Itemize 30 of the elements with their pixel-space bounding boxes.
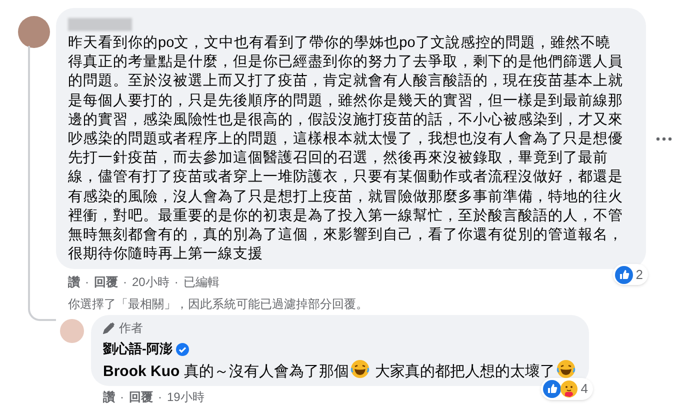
action-link[interactable]: 讚	[68, 273, 80, 292]
reaction-pill[interactable]: 2	[612, 264, 648, 286]
author-label: 作者	[119, 320, 143, 338]
reaction-count: 2	[636, 266, 644, 284]
action-link[interactable]: 回覆	[94, 273, 118, 292]
hug-face-icon	[560, 380, 578, 398]
like-reaction-icon	[542, 380, 561, 398]
laughing-emoji-icon	[556, 358, 576, 379]
like-reaction-icon	[614, 266, 633, 284]
reaction-pill[interactable]: 4	[540, 378, 594, 400]
filter-notice: 你選擇了「最相關」，因此系統可能已過濾掉部分回覆。	[67, 296, 369, 314]
separator-dot: ·	[158, 388, 162, 406]
laughing-emoji-icon	[350, 358, 370, 379]
blurred-name	[68, 18, 132, 31]
separator-dot: ·	[174, 274, 178, 292]
avatar[interactable]	[18, 16, 50, 48]
comment-text: 昨天看到你的po文，文中也有看到了帶你的學姊也po了文說感控的問題，雖然不曉得真正的考量點是什麼，但是你已經盡到你的努力了去爭取，剩下的是他們篩選人員的問題。至於沒被選上而又打了疫苗，肯定就會有人酸言酸語的，現在疫苗基本上就是每個人要打的，只是先後順序的問題，雖然你是幾天的實習，但一樣是到最前線那邊的實習，感染風險性也是很高的，假設沒施打疫苗的話，不小心被感染到，才又來吵感染的問題或者程序上的問題，這樣根本就太慢了，我想也沒有人會為了只是想優先打一針疫苗，而去參加這個醫護召回的召選，然後再來沒被錄取，畢竟到了最前線，儘管有打了疫苗或者穿上一堆防護衣，只要有某個動作或者流程沒做好，都還是有感染的風險，沒人會為了只是想打上疫苗，就冒險做那麼多事前準備，特地的往火裡衝，對吧。最重要的是你的初衷是為了投入第一線幫忙，至於酸言酸語的人，不管無時無刻都會有的，真的別為了這個，來影響到自己，看了你還有從別的管道報名，很期待你隨時再上第一線支援	[68, 34, 624, 264]
action-link[interactable]: 回覆	[129, 388, 153, 406]
separator-dot: ·	[120, 388, 124, 406]
more-icon[interactable]	[656, 136, 672, 141]
meta-text: 19小時	[167, 388, 204, 406]
meta-text: 已編輯	[183, 274, 220, 292]
separator-dot: ·	[123, 274, 127, 292]
separator-dot: ·	[85, 274, 89, 292]
pen-icon	[103, 322, 115, 334]
avatar[interactable]	[60, 319, 84, 344]
reaction-count: 4	[580, 380, 590, 398]
author-name[interactable]: 劉心語-阿澎	[103, 339, 172, 359]
action-link[interactable]: 讚	[103, 388, 115, 406]
meta-text: 20小時	[132, 274, 170, 292]
